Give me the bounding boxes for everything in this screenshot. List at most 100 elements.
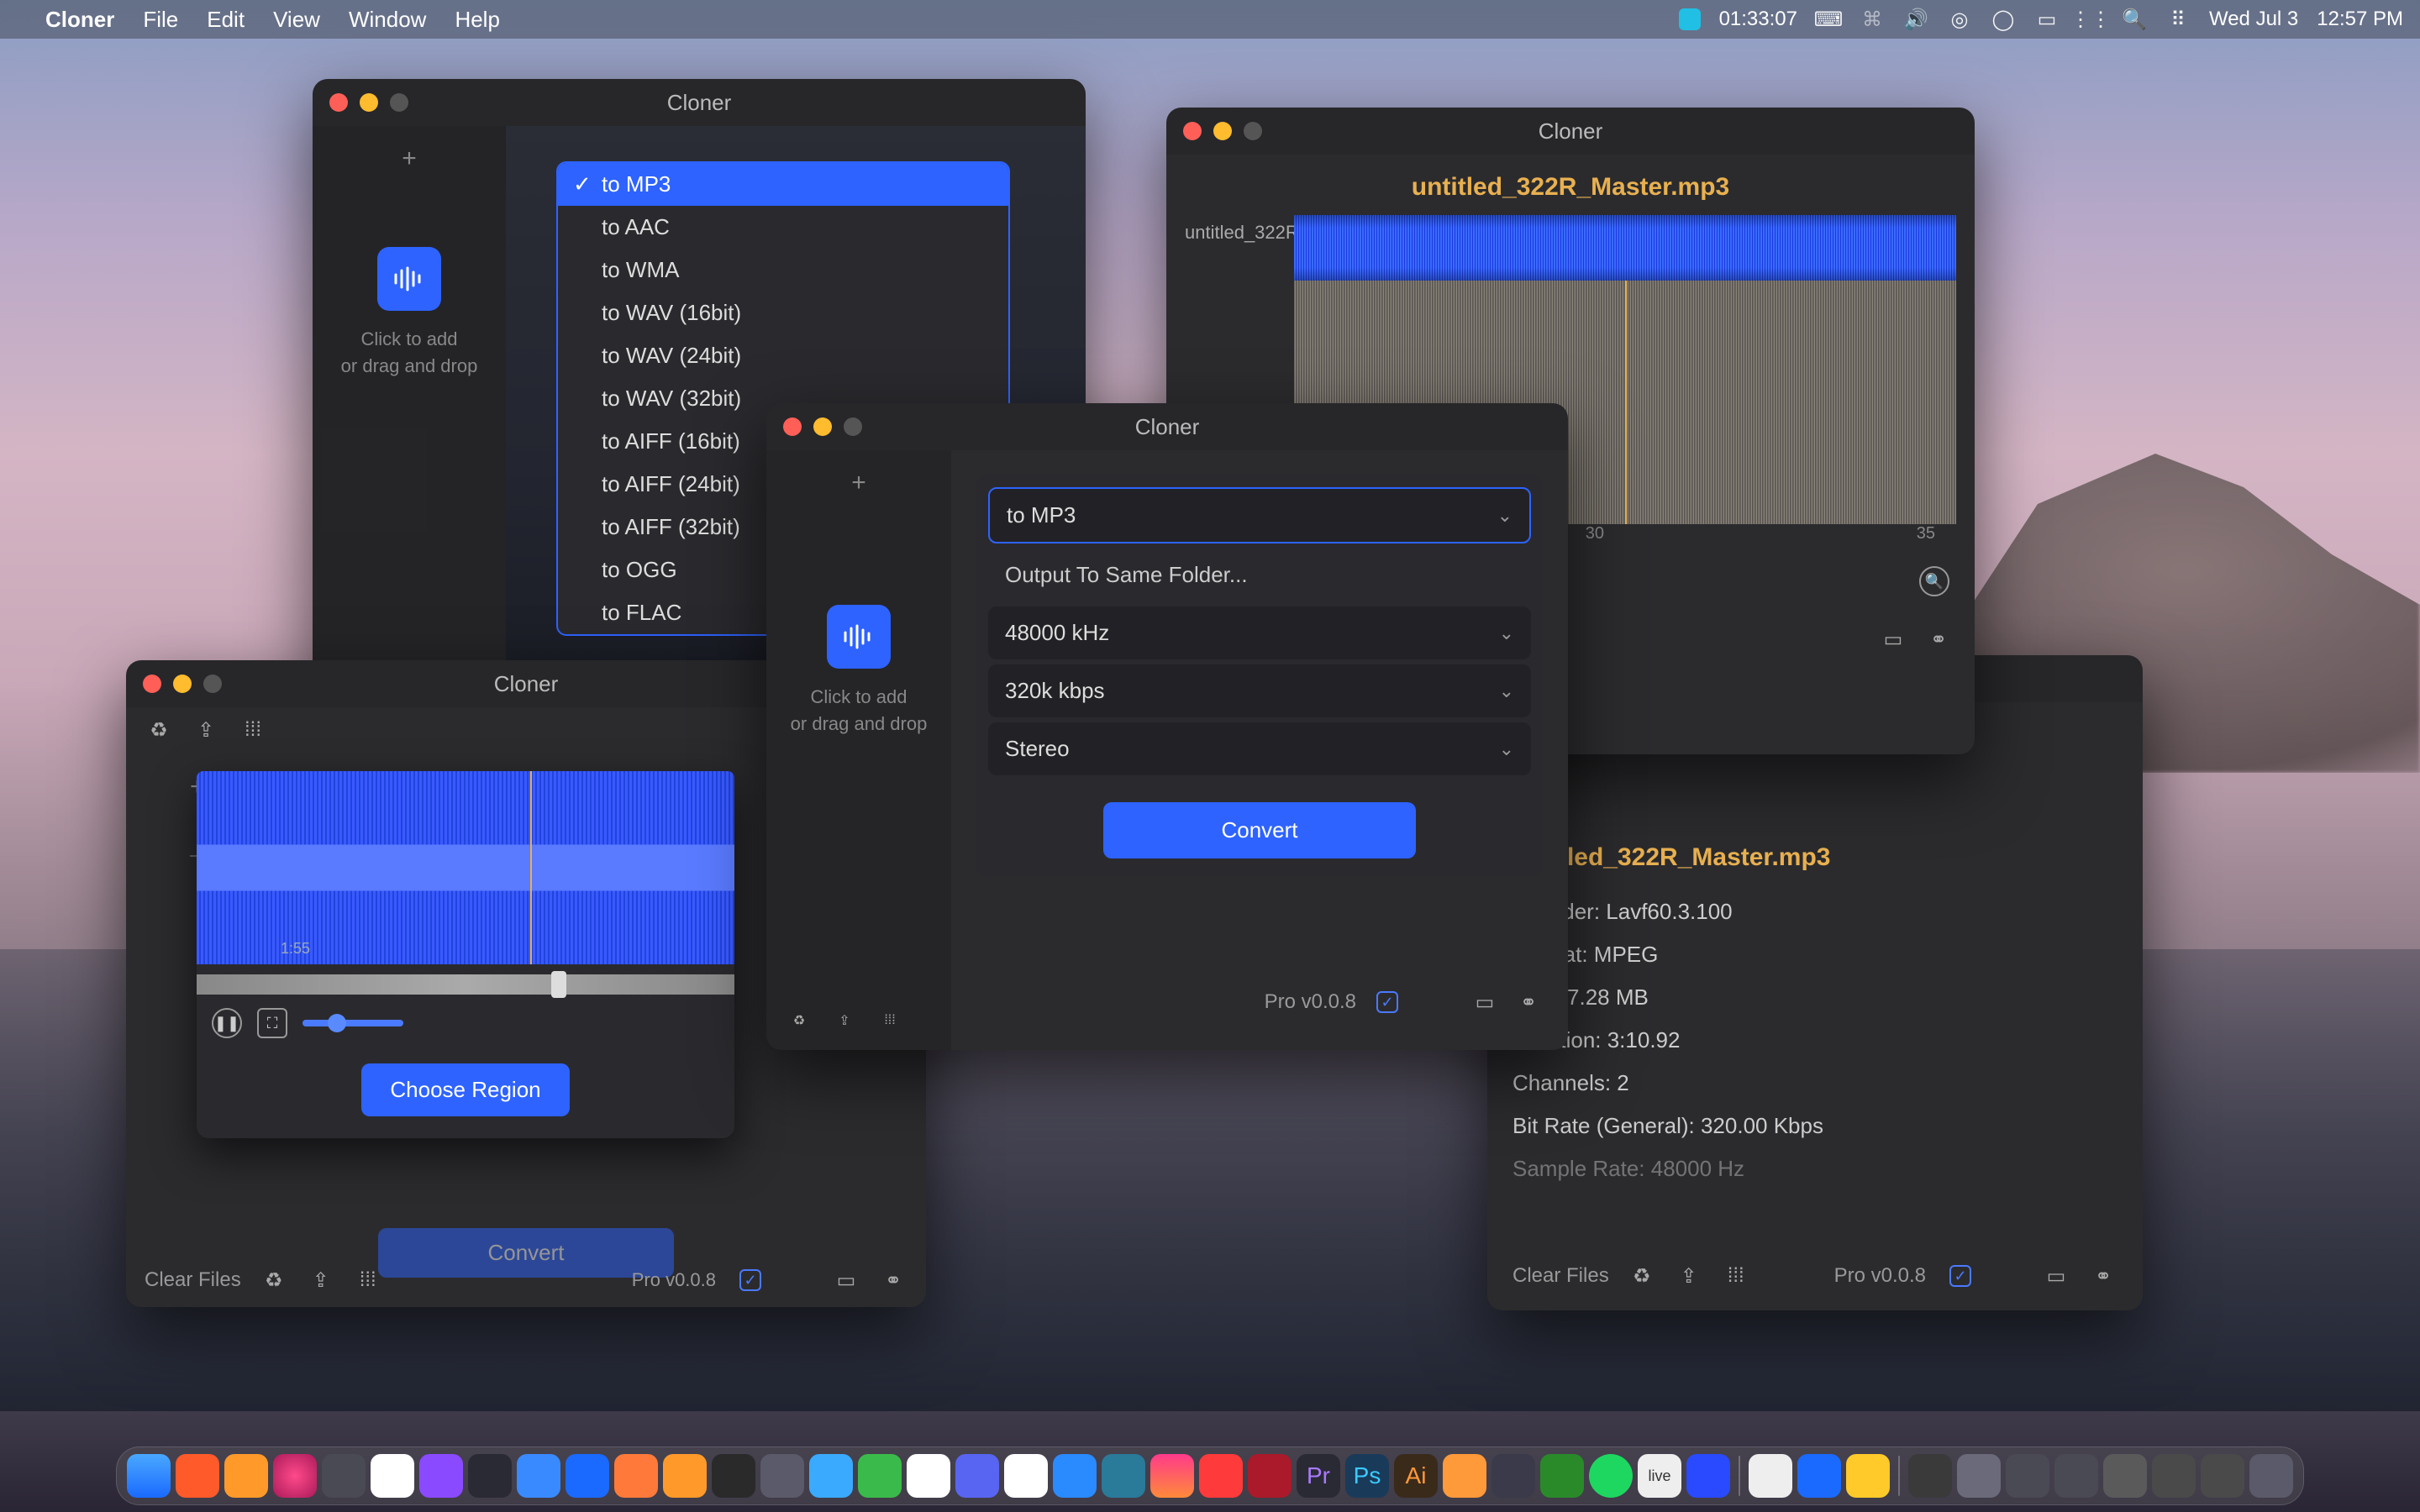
note-icon[interactable]: ▭ <box>1879 625 1907 654</box>
dock-app[interactable] <box>419 1454 463 1498</box>
menu-view[interactable]: View <box>273 7 320 33</box>
dropzone[interactable]: Click to add or drag and drop <box>341 247 478 380</box>
dock-premiere[interactable]: Pr <box>1297 1454 1340 1498</box>
dock-photoshop[interactable]: Ps <box>1345 1454 1389 1498</box>
dock-app[interactable] <box>1004 1454 1048 1498</box>
volume-slider[interactable] <box>302 1020 403 1026</box>
menu-file[interactable]: File <box>143 7 178 33</box>
menubar-clock[interactable]: 12:57 PM <box>2317 8 2403 31</box>
close-button[interactable] <box>143 675 161 693</box>
dock-app[interactable] <box>2152 1454 2196 1498</box>
minimize-button[interactable] <box>360 93 378 112</box>
dock-app[interactable] <box>663 1454 707 1498</box>
dock-app[interactable] <box>1491 1454 1535 1498</box>
export-icon[interactable]: ⇪ <box>830 1006 859 1035</box>
bit-rate-select[interactable]: 320k kbps⌄ <box>988 664 1531 717</box>
dock-app[interactable] <box>468 1454 512 1498</box>
share-icon[interactable]: ⚭ <box>1924 625 1953 654</box>
zoom-icon[interactable]: 🔍 <box>1919 566 1949 596</box>
format-option[interactable]: to AAC <box>558 206 1008 249</box>
add-tab-button[interactable]: + <box>313 126 506 180</box>
dock-app[interactable] <box>955 1454 999 1498</box>
dock-app[interactable] <box>1540 1454 1584 1498</box>
share-icon[interactable]: ⚭ <box>2089 1262 2118 1290</box>
app-menu[interactable]: Cloner <box>45 7 114 33</box>
keyboard-icon[interactable]: ⌨ <box>1816 7 1841 32</box>
format-option[interactable]: to MP3 <box>558 163 1008 206</box>
channels-select[interactable]: Stereo⌄ <box>988 722 1531 775</box>
dock-app[interactable] <box>176 1454 219 1498</box>
dock-app[interactable] <box>1908 1454 1952 1498</box>
volume-icon[interactable]: 🔊 <box>1903 7 1928 32</box>
control-center-icon[interactable]: ⠿ <box>2165 7 2191 32</box>
dock-app[interactable] <box>224 1454 268 1498</box>
note-icon[interactable]: ▭ <box>2042 1262 2070 1290</box>
choose-region-button[interactable]: Choose Region <box>361 1063 569 1116</box>
recycle-icon[interactable]: ♻ <box>260 1266 288 1294</box>
share-icon[interactable]: ⚭ <box>879 1266 908 1294</box>
zoom-button[interactable] <box>1244 122 1262 140</box>
dock-app[interactable] <box>1248 1454 1292 1498</box>
dock-app[interactable] <box>1846 1454 1890 1498</box>
track-tab[interactable]: untitled_322R_ <box>1185 222 1309 243</box>
dock-app[interactable] <box>2006 1454 2049 1498</box>
status-timer[interactable]: 01:33:07 <box>1719 8 1797 31</box>
dock-app[interactable] <box>614 1454 658 1498</box>
pro-check-icon[interactable]: ✓ <box>1949 1265 1971 1287</box>
dock-app[interactable] <box>1199 1454 1243 1498</box>
pause-button[interactable]: ❚❚ <box>212 1008 242 1038</box>
dock-app[interactable] <box>2054 1454 2098 1498</box>
status-app-icon[interactable] <box>1679 8 1701 30</box>
titlebar[interactable]: Cloner <box>313 79 1086 126</box>
sample-rate-select[interactable]: 48000 kHz⌄ <box>988 606 1531 659</box>
dock-app[interactable] <box>1102 1454 1145 1498</box>
close-button[interactable] <box>329 93 348 112</box>
dock-app[interactable] <box>858 1454 902 1498</box>
titlebar[interactable]: Cloner <box>766 403 1568 450</box>
waveform-icon[interactable]: ⁞⁞⁞ <box>1722 1262 1750 1290</box>
scrub-bar[interactable] <box>197 974 734 995</box>
zoom-button[interactable] <box>390 93 408 112</box>
waveform-icon[interactable]: ⁞⁞⁞ <box>354 1266 382 1294</box>
pro-check-icon[interactable]: ✓ <box>1376 991 1398 1013</box>
clear-files-link[interactable]: Clear Files <box>145 1268 241 1292</box>
format-option[interactable]: to WAV (24bit) <box>558 334 1008 377</box>
clear-files-link[interactable]: Clear Files <box>1512 1264 1609 1288</box>
format-option[interactable]: to WAV (16bit) <box>558 291 1008 334</box>
format-option[interactable]: to WMA <box>558 249 1008 291</box>
close-button[interactable] <box>1183 122 1202 140</box>
wifi-icon[interactable]: ⋮⋮ <box>2078 7 2103 32</box>
menubar-date[interactable]: Wed Jul 3 <box>2209 8 2298 31</box>
spotlight-icon[interactable]: 🔍 <box>2122 7 2147 32</box>
minimize-button[interactable] <box>1213 122 1232 140</box>
waveform-icon[interactable]: ⁞⁞⁞ <box>876 1006 904 1035</box>
dock-app[interactable] <box>2103 1454 2147 1498</box>
dock-app[interactable] <box>1053 1454 1097 1498</box>
dock-app[interactable] <box>907 1454 950 1498</box>
close-button[interactable] <box>783 417 802 436</box>
bluetooth-off-icon[interactable]: ⌘ <box>1860 7 1885 32</box>
note-icon[interactable]: ▭ <box>832 1266 860 1294</box>
dock-app[interactable] <box>1443 1454 1486 1498</box>
dock-app[interactable] <box>760 1454 804 1498</box>
dock-finder[interactable] <box>127 1454 171 1498</box>
export-icon[interactable]: ⇪ <box>307 1266 335 1294</box>
convert-button[interactable]: Convert <box>1103 802 1415 858</box>
dock-app[interactable] <box>273 1454 317 1498</box>
recycle-icon[interactable]: ♻ <box>145 716 173 744</box>
dock-app[interactable] <box>566 1454 609 1498</box>
airdrop-icon[interactable]: ◎ <box>1947 7 1972 32</box>
dock-app[interactable] <box>371 1454 414 1498</box>
user-icon[interactable]: ◯ <box>1991 7 2016 32</box>
add-tab-button[interactable]: + <box>766 450 951 504</box>
dock-ableton[interactable]: live <box>1638 1454 1681 1498</box>
dock-app[interactable] <box>712 1454 755 1498</box>
dock-app[interactable] <box>1797 1454 1841 1498</box>
share-icon[interactable]: ⚭ <box>1514 988 1543 1016</box>
dock-app[interactable] <box>1957 1454 2001 1498</box>
dock-spotify[interactable] <box>1589 1454 1633 1498</box>
minimize-button[interactable] <box>813 417 832 436</box>
zoom-button[interactable] <box>203 675 222 693</box>
titlebar[interactable]: Cloner <box>1166 108 1975 155</box>
export-icon[interactable]: ⇪ <box>192 716 220 744</box>
